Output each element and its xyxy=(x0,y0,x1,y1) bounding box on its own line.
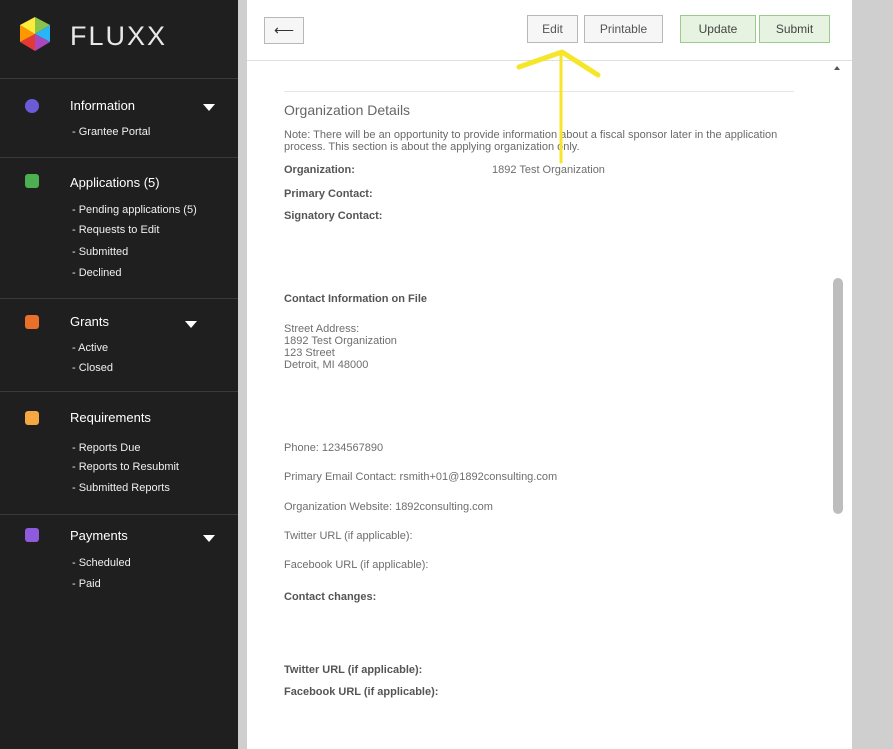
sidebar-item-scheduled[interactable]: - Scheduled xyxy=(72,557,131,569)
sidebar-section-grants: Grants - Active - Closed xyxy=(0,299,238,392)
sidebar: FLUXX Information - Grantee Portal Appli… xyxy=(0,0,238,749)
sidebar-section-title[interactable]: Applications (5) xyxy=(70,175,160,190)
section-divider xyxy=(284,91,794,92)
primary-contact-label: Primary Contact: xyxy=(284,188,373,200)
submit-button[interactable]: Submit xyxy=(759,15,830,43)
back-button[interactable]: ⟵ xyxy=(264,17,304,44)
sidebar-item-pending-applications[interactable]: - Pending applications (5) xyxy=(72,204,197,216)
scrollbar[interactable] xyxy=(830,60,846,749)
phone-text: Phone: 1234567890 xyxy=(284,442,384,454)
website-text[interactable]: Organization Website: 1892consulting.com xyxy=(284,501,493,513)
chevron-down-icon[interactable] xyxy=(203,104,215,111)
grants-icon xyxy=(25,315,39,329)
requirements-icon xyxy=(25,411,39,425)
street-address-label: Street Address: xyxy=(284,323,360,335)
chevron-down-icon[interactable] xyxy=(203,535,215,542)
sidebar-item-active[interactable]: - Active xyxy=(72,342,108,354)
panel-gutter xyxy=(238,0,247,749)
sidebar-section-requirements: Requirements - Reports Due - Reports to … xyxy=(0,392,238,515)
sidebar-item-submitted-reports[interactable]: - Submitted Reports xyxy=(72,482,170,494)
address-line: 1892 Test Organization xyxy=(284,335,397,347)
facebook-url-text: Facebook URL (if applicable): xyxy=(284,559,429,571)
app-name: FLUXX xyxy=(70,21,168,51)
sidebar-item-reports-to-resubmit[interactable]: - Reports to Resubmit xyxy=(72,461,179,473)
twitter-url-label: Twitter URL (if applicable): xyxy=(284,664,423,676)
sidebar-section-title[interactable]: Grants xyxy=(70,314,109,329)
organization-label: Organization: xyxy=(284,164,355,176)
sidebar-item-submitted[interactable]: - Submitted xyxy=(72,246,128,258)
primary-email-text[interactable]: Primary Email Contact: rsmith+01@1892con… xyxy=(284,471,557,483)
chevron-down-icon[interactable] xyxy=(185,321,197,328)
contact-changes-label: Contact changes: xyxy=(284,591,377,603)
section-note: Note: There will be an opportunity to pr… xyxy=(284,129,778,153)
address-line: Detroit, MI 48000 xyxy=(284,359,369,371)
edit-button[interactable]: Edit xyxy=(527,15,578,43)
app-logo[interactable]: FLUXX xyxy=(0,0,238,79)
scroll-up-icon[interactable] xyxy=(834,66,840,70)
printable-button[interactable]: Printable xyxy=(584,15,663,43)
sidebar-item-closed[interactable]: - Closed xyxy=(72,362,113,374)
sidebar-section-title[interactable]: Payments xyxy=(70,528,128,543)
update-button[interactable]: Update xyxy=(680,15,756,43)
globe-icon xyxy=(25,99,39,113)
organization-value: 1892 Test Organization xyxy=(492,164,605,176)
sidebar-section-title[interactable]: Information xyxy=(70,98,135,113)
payments-icon xyxy=(25,528,39,542)
sidebar-item-requests-to-edit[interactable]: - Requests to Edit xyxy=(72,224,159,236)
sidebar-item-reports-due[interactable]: - Reports Due xyxy=(72,442,140,454)
section-title: Organization Details xyxy=(284,102,411,118)
sidebar-section-information: Information - Grantee Portal xyxy=(0,79,238,158)
sidebar-item-paid[interactable]: - Paid xyxy=(72,578,101,590)
twitter-url-text: Twitter URL (if applicable): xyxy=(284,530,413,542)
signatory-contact-label: Signatory Contact: xyxy=(284,210,383,222)
back-arrow-icon: ⟵ xyxy=(273,22,295,38)
contact-info-label: Contact Information on File xyxy=(284,293,427,305)
sidebar-section-title[interactable]: Requirements xyxy=(70,410,151,425)
sidebar-section-applications: Applications (5) - Pending applications … xyxy=(0,158,238,299)
fluxx-logo-icon xyxy=(20,17,50,51)
detail-panel: ⟵ Edit Printable Update Submit Organizat… xyxy=(247,0,852,749)
sidebar-item-declined[interactable]: - Declined xyxy=(72,267,122,279)
right-gutter xyxy=(852,0,893,749)
toolbar: ⟵ Edit Printable Update Submit xyxy=(247,0,852,61)
address-line: 123 Street xyxy=(284,347,335,359)
sidebar-section-payments: Payments - Scheduled - Paid xyxy=(0,515,238,605)
scrollbar-thumb[interactable] xyxy=(833,278,843,514)
facebook-url-label: Facebook URL (if applicable): xyxy=(284,686,439,698)
sidebar-item-grantee-portal[interactable]: - Grantee Portal xyxy=(72,126,150,138)
applications-icon xyxy=(25,174,39,188)
